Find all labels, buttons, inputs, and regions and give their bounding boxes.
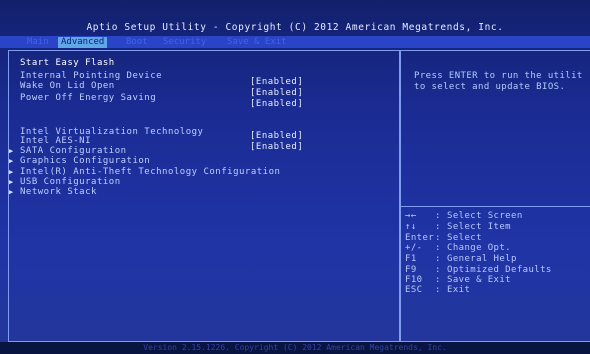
start-easy-flash-item[interactable]: Start Easy Flash (20, 58, 115, 69)
utility-title: Aptio Setup Utility - Copyright (C) 2012… (86, 22, 504, 33)
wake-on-lid-open-value[interactable]: [Enabled] (250, 88, 303, 99)
legend-action: General Help (447, 254, 517, 264)
intel-virtualization-value[interactable]: [Enabled] (250, 131, 303, 142)
tab-main[interactable]: Main (24, 37, 52, 48)
legend-separator: : (435, 222, 441, 232)
legend-action: Change Opt. (447, 243, 512, 253)
legend-general-help: F1: General Help (405, 254, 517, 265)
help-text-line-1: Press ENTER to run the utilit (414, 71, 583, 81)
help-divider (400, 206, 590, 207)
legend-change-opt: +/-: Change Opt. (405, 243, 511, 254)
tab-advanced[interactable]: Advanced (58, 37, 108, 48)
power-off-energy-saving-label[interactable]: Power Off Energy Saving (20, 93, 156, 104)
arrow-up-down-icon: ↑↓ (405, 222, 417, 232)
legend-separator: : (435, 285, 441, 295)
legend-select-item: ↑↓: Select Item (405, 222, 511, 233)
legend-action: Exit (447, 285, 471, 295)
help-panel (400, 50, 590, 342)
legend-action: Select Item (447, 222, 512, 232)
arrow-left-right-icon: →← (405, 211, 417, 221)
version-footer: Version 2.15.1226. Copyright (C) 2012 Am… (0, 342, 590, 354)
legend-key: +/- (405, 243, 423, 253)
legend-action: Optimized Defaults (447, 265, 552, 275)
legend-action: Select (447, 233, 482, 243)
intel-aes-ni-value[interactable]: [Enabled] (250, 142, 303, 153)
legend-key: ESC (405, 285, 423, 295)
legend-action: Select Screen (447, 211, 523, 221)
tab-save-exit[interactable]: Save & Exit (224, 37, 290, 48)
internal-pointing-device-value[interactable]: [Enabled] (250, 77, 303, 88)
help-text-line-2: to select and update BIOS. (414, 82, 566, 92)
legend-separator: : (435, 254, 441, 264)
legend-separator: : (435, 243, 441, 253)
submenu-arrow-icon: ▶ (9, 188, 14, 196)
submenu-graphics-configuration[interactable]: Graphics Configuration (20, 156, 150, 167)
legend-separator: : (435, 211, 441, 221)
wake-on-lid-open-label[interactable]: Wake On Lid Open (20, 81, 115, 92)
submenu-arrow-icon: ▶ (9, 157, 14, 165)
legend-action: Save & Exit (447, 275, 512, 285)
tab-boot[interactable]: Boot (123, 37, 151, 48)
legend-exit: ESC: Exit (405, 285, 470, 296)
legend-select-screen: →←: Select Screen (405, 211, 523, 222)
power-off-energy-saving-value[interactable]: [Enabled] (250, 99, 303, 110)
submenu-network-stack[interactable]: Network Stack (20, 187, 97, 198)
tab-security[interactable]: Security (160, 37, 209, 48)
legend-key: F1 (405, 254, 417, 264)
